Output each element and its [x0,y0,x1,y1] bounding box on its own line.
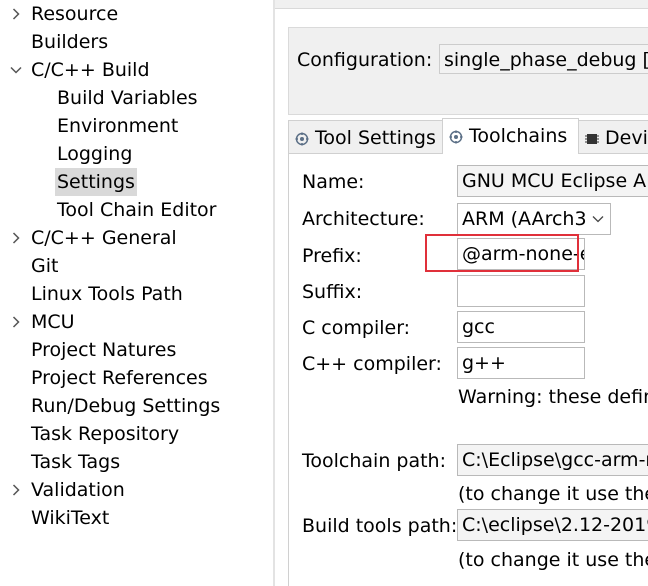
tree-item-label: Builders [31,31,109,53]
warning-text: Warning: these defin [458,386,648,408]
tab-label: Tool Settings [315,127,436,149]
tree-item-project-natures[interactable]: Project Natures [0,336,272,364]
tree-item-label: C/C++ Build [31,59,150,81]
tree-item-tool-chain-editor[interactable]: Tool Chain Editor [0,196,272,224]
architecture-value: ARM (AArch3 [462,208,587,230]
chevron-right-icon[interactable] [10,476,22,504]
build-tools-path-field[interactable]: C:\eclipse\2.12-2019 [457,509,648,541]
chevron-down-icon [592,216,604,223]
tree-item-label: Linux Tools Path [31,283,183,305]
chevron-right-icon[interactable] [10,0,22,28]
tree-item-label: Build Variables [57,87,198,109]
tree-item-label: Environment [57,115,179,137]
c-compiler-input[interactable]: gcc [457,311,585,343]
tree-item-git[interactable]: Git [0,252,272,280]
tree-item-task-tags[interactable]: Task Tags [0,448,272,476]
configuration-area: Configuration: single_phase_debug [ [288,27,648,115]
devices-icon [585,134,599,144]
tree-item-c-c-build[interactable]: C/C++ Build [0,56,272,84]
tree-item-label: MCU [31,311,75,333]
suffix-input[interactable] [457,275,585,307]
tree-item-label: WikiText [31,507,110,529]
tree-item-settings[interactable]: Settings [0,168,272,196]
tree-item-validation[interactable]: Validation [0,476,272,504]
tree-item-label: Task Tags [31,451,121,473]
tree-item-label: Git [31,255,59,277]
tree-item-wikitext[interactable]: WikiText [0,504,272,532]
chevron-right-icon[interactable] [10,224,22,252]
tree-item-c-c-general[interactable]: C/C++ General [0,224,272,252]
properties-tree: Resource Builders C/C++ Build Build Variabl… [0,0,272,586]
tree-item-label: Project Natures [31,339,177,361]
tab-tool-settings[interactable]: Tool Settings [288,120,443,154]
tree-item-build-variables[interactable]: Build Variables [0,84,272,112]
toolchain-path-field[interactable]: C:\Eclipse\gcc-arm-n [457,444,648,476]
build-tools-path-label: Build tools path: [302,515,458,537]
name-field[interactable]: GNU MCU Eclipse AR [457,165,648,197]
tree-item-logging[interactable]: Logging [0,140,272,168]
cpp-compiler-input[interactable]: g++ [457,347,585,379]
toolchains-icon [449,130,463,144]
tree-item-label: Run/Debug Settings [31,395,221,417]
tree-item-label: Project References [31,367,208,389]
c-compiler-label: C compiler: [302,317,411,339]
tree-item-environment[interactable]: Environment [0,112,272,140]
toolchain-path-label: Toolchain path: [302,450,446,472]
tree-item-label: Task Repository [31,423,180,445]
prefix-input[interactable]: @arm-none-e [457,238,585,270]
configuration-select[interactable]: single_phase_debug [ [439,44,648,74]
toolchain-path-note: (to change it use the [458,483,648,505]
tree-item-run-debug-settings[interactable]: Run/Debug Settings [0,392,272,420]
tree-item-linux-tools-path[interactable]: Linux Tools Path [0,280,272,308]
tab-toolchains[interactable]: Toolchains [442,118,579,154]
tree-item-label: Settings [55,168,137,196]
tab-label: Toolchains [469,125,568,147]
settings-panel: Configuration: single_phase_debug [ Tool… [275,0,648,586]
tree-item-mcu[interactable]: MCU [0,308,272,336]
tree-item-task-repository[interactable]: Task Repository [0,420,272,448]
tree-item-builders[interactable]: Builders [0,28,272,56]
tree-item-label: Validation [31,479,125,501]
configuration-label: Configuration: [297,49,433,71]
suffix-label: Suffix: [302,281,363,303]
tree-item-label: C/C++ General [31,227,177,249]
architecture-label: Architecture: [302,208,425,230]
name-label: Name: [302,171,365,193]
tree-item-resource[interactable]: Resource [0,0,272,28]
top-strip [275,0,648,9]
tree-item-project-references[interactable]: Project References [0,364,272,392]
tool-settings-icon [295,132,309,146]
cpp-compiler-label: C++ compiler: [302,353,442,375]
chevron-right-icon[interactable] [10,308,22,336]
tab-label: Devic [605,127,648,149]
build-tools-path-note: (to change it use the [458,549,648,571]
chevron-down-icon[interactable] [10,56,22,84]
tree-item-label: Logging [57,143,133,165]
tree-item-label: Resource [31,3,119,25]
tree-item-label: Tool Chain Editor [57,199,217,221]
architecture-select[interactable]: ARM (AArch3 [457,203,611,235]
tab-devices[interactable]: Devic [578,120,648,154]
prefix-label: Prefix: [302,245,362,267]
